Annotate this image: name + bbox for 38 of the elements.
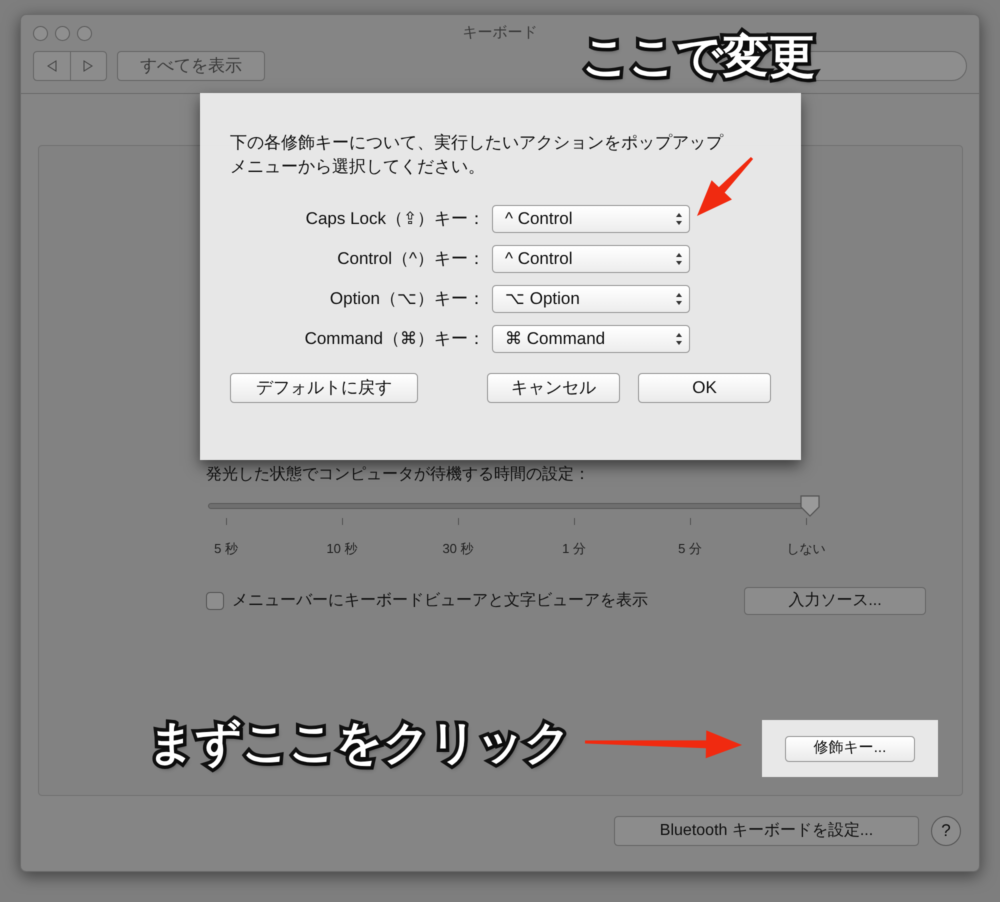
window-title: キーボード — [462, 22, 538, 43]
window-control-icon[interactable] — [55, 26, 70, 40]
restore-defaults-button[interactable]: デフォルトに戻す — [230, 373, 418, 403]
modifier-key-label: Control（^）キー： — [336, 248, 485, 270]
up-down-arrows-icon — [675, 212, 683, 226]
help-button[interactable]: ? — [931, 816, 961, 846]
window-control-icon[interactable] — [33, 26, 48, 40]
annotation-arrow — [697, 156, 754, 216]
back-forward-buttons[interactable] — [33, 51, 107, 81]
action-popup[interactable]: ⌘ Command — [492, 325, 690, 353]
action-popup[interactable]: ⌥ Option — [492, 285, 690, 313]
checkbox-label: メニューバーにキーボードビューアと文字ビューアを表示 — [232, 590, 648, 610]
dialog-message: 下の各修飾キーについて、実行したいアクションをポップアップメニューから選択してください。 — [230, 132, 724, 178]
checkbox[interactable] — [206, 592, 224, 610]
action-popup[interactable]: ^ Control — [492, 205, 690, 233]
tick-label: 5 秒 — [214, 540, 238, 558]
tick-label: 30 秒 — [442, 540, 474, 558]
cancel-button[interactable]: キャンセル — [487, 373, 620, 403]
window-control-icon[interactable] — [77, 26, 92, 40]
backlight-label: 発光した状態でコンピュータが待機する時間の設定： — [206, 464, 591, 485]
modifier-key-label: Command（⌘）キー： — [304, 328, 485, 350]
up-down-arrows-icon — [675, 332, 683, 346]
up-down-arrows-icon — [675, 292, 683, 306]
tick-label: 10 秒 — [326, 540, 358, 558]
tick-label: 5 分 — [678, 540, 702, 558]
input-sources-button[interactable]: 入力ソース... — [744, 586, 926, 614]
tick-label: 1 分 — [562, 540, 586, 558]
annotation-caption: まずここをクリック — [148, 715, 571, 770]
up-down-arrows-icon — [675, 252, 683, 266]
modifier-keys-button[interactable]: 修飾キー... — [785, 736, 915, 762]
tick-label: しない — [786, 540, 826, 558]
modifier-key-label: Caps Lock（⇪）キー： — [304, 208, 485, 230]
slider-thumb[interactable] — [799, 494, 821, 518]
modifier-key-label: Option（⌥）キー： — [328, 288, 485, 310]
ok-button[interactable]: OK — [638, 373, 771, 403]
action-popup[interactable]: ^ Control — [492, 245, 690, 273]
annotation-caption: ここで変更 — [582, 29, 815, 84]
bluetooth-keyboard-button[interactable]: Bluetooth キーボードを設定... — [614, 816, 919, 846]
